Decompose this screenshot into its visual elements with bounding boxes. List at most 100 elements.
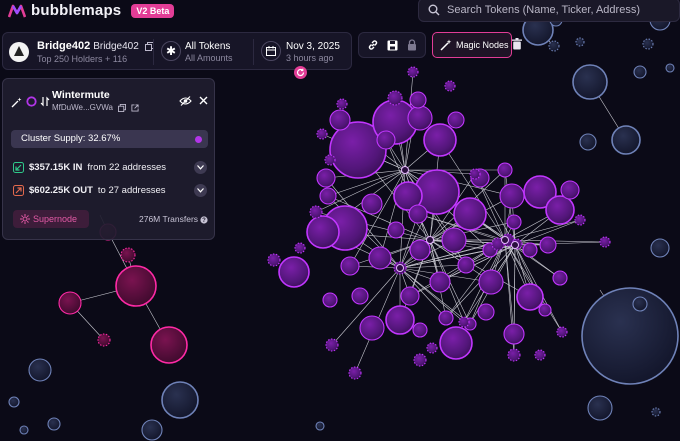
cluster-bubble[interactable] [423,123,457,157]
search-bar[interactable] [418,0,680,22]
cluster-bubble[interactable] [407,66,419,78]
cluster-bubble[interactable] [574,214,586,226]
inflow-expand-button[interactable] [194,161,207,174]
outflow-row[interactable]: $602.25K OUT to 27 addresses [13,183,166,197]
amount-filter-button[interactable]: ✱ [161,41,181,61]
cluster-bubble[interactable] [348,366,362,380]
cluster-bubble[interactable] [457,256,475,274]
cluster-bubble[interactable] [324,154,336,166]
outflow-expand-button[interactable] [194,184,207,197]
cluster-bubble[interactable] [387,221,405,239]
cluster-bubble[interactable] [539,236,557,254]
cluster-bubble[interactable] [329,109,351,131]
cluster-bubble[interactable] [368,246,392,270]
cluster-bubble[interactable] [400,286,420,306]
cluster-bubble[interactable] [385,305,415,335]
cluster-bubble[interactable] [469,168,481,180]
supernode-button[interactable]: Supernode [13,210,89,228]
cluster-bubble[interactable] [497,162,513,178]
cluster-bubble[interactable] [453,197,487,231]
cluster-bubble[interactable] [267,253,281,267]
holder-bubble[interactable] [315,421,325,431]
external-link-icon[interactable] [131,104,139,112]
amount-filter-title[interactable]: All Tokens [185,41,230,52]
close-icon[interactable] [199,96,208,105]
holder-bubble[interactable] [633,65,647,79]
pink-cluster-bubble[interactable] [150,326,188,364]
cluster-bubble[interactable] [407,105,433,131]
hub-node[interactable] [511,241,519,249]
cluster-bubble[interactable] [441,227,467,253]
holder-bubble[interactable] [611,125,641,155]
cluster-bubble[interactable] [359,315,385,341]
cluster-bubble[interactable] [506,214,522,230]
inflow-row[interactable]: $357.15K IN from 22 addresses [13,160,166,174]
save-icon[interactable] [387,40,398,51]
cluster-bubble[interactable] [306,215,340,249]
cluster-bubble[interactable] [499,183,525,209]
holder-bubble[interactable] [161,381,199,419]
cluster-bubble[interactable] [477,303,495,321]
cluster-bubble[interactable] [426,342,438,354]
wand-small-icon[interactable] [11,97,22,108]
holder-bubble[interactable] [19,425,29,435]
cluster-bubble[interactable] [556,326,568,338]
cluster-bubble[interactable] [361,193,383,215]
cluster-supply-row[interactable]: Cluster Supply: 32.67% [11,130,208,148]
hub-node[interactable] [426,236,434,244]
cluster-bubble[interactable] [599,236,611,248]
cluster-bubble[interactable] [340,256,360,276]
cluster-bubble[interactable] [316,168,336,188]
cluster-bubble[interactable] [412,322,428,338]
cluster-bubble[interactable] [507,348,521,362]
cluster-bubble[interactable] [376,130,396,150]
cluster-bubble[interactable] [336,98,348,110]
cluster-bubble[interactable] [478,269,504,295]
cluster-bubble[interactable] [538,303,552,317]
holder-bubble[interactable] [575,37,585,47]
cluster-bubble[interactable] [409,91,427,109]
cluster-bubble[interactable] [409,239,431,261]
pink-cluster-bubble[interactable] [97,333,111,347]
refresh-button[interactable] [294,66,307,79]
hub-node[interactable] [396,264,404,272]
magic-nodes-button[interactable]: Magic Nodes [432,32,512,58]
cluster-bubble[interactable] [438,310,454,326]
cluster-bubble[interactable] [444,80,456,92]
pink-cluster-bubble[interactable] [120,247,136,263]
cluster-bubble[interactable] [447,111,465,129]
cluster-bubble[interactable] [316,128,328,140]
trash-icon[interactable] [512,38,522,50]
date-filter-title[interactable]: Nov 3, 2025 [286,41,340,52]
cluster-bubble[interactable] [516,283,544,311]
cluster-bubble[interactable] [309,205,323,219]
date-filter-button[interactable] [261,41,281,61]
holder-bubble[interactable] [581,287,679,385]
cluster-bubble[interactable] [560,180,580,200]
cluster-bubble[interactable] [408,204,428,224]
cluster-bubble[interactable] [458,316,470,328]
cluster-bubble[interactable] [413,353,427,367]
pink-cluster-bubble[interactable] [115,265,157,307]
holder-bubble[interactable] [579,133,597,151]
cluster-bubble[interactable] [294,242,306,254]
cluster-bubble[interactable] [545,195,575,225]
holder-bubble[interactable] [642,38,654,50]
holder-bubble[interactable] [650,238,670,258]
cluster-bubble[interactable] [387,90,403,106]
holder-bubble[interactable] [548,40,560,52]
holder-bubble[interactable] [28,358,52,382]
cluster-bubble[interactable] [278,256,310,288]
logo[interactable]: bubblemaps V2 Beta [8,2,175,19]
cluster-bubble[interactable] [522,242,538,258]
cluster-bubble[interactable] [503,323,525,345]
holder-bubble[interactable] [572,64,608,100]
hub-node[interactable] [501,236,509,244]
holder-bubble[interactable] [587,395,613,421]
link-icon[interactable] [367,39,379,51]
holder-bubble[interactable] [8,396,20,408]
pink-cluster-bubble[interactable] [58,291,82,315]
cluster-bubble[interactable] [439,326,473,360]
help-icon[interactable]: ? [200,216,209,224]
cluster-bubble[interactable] [319,187,337,205]
